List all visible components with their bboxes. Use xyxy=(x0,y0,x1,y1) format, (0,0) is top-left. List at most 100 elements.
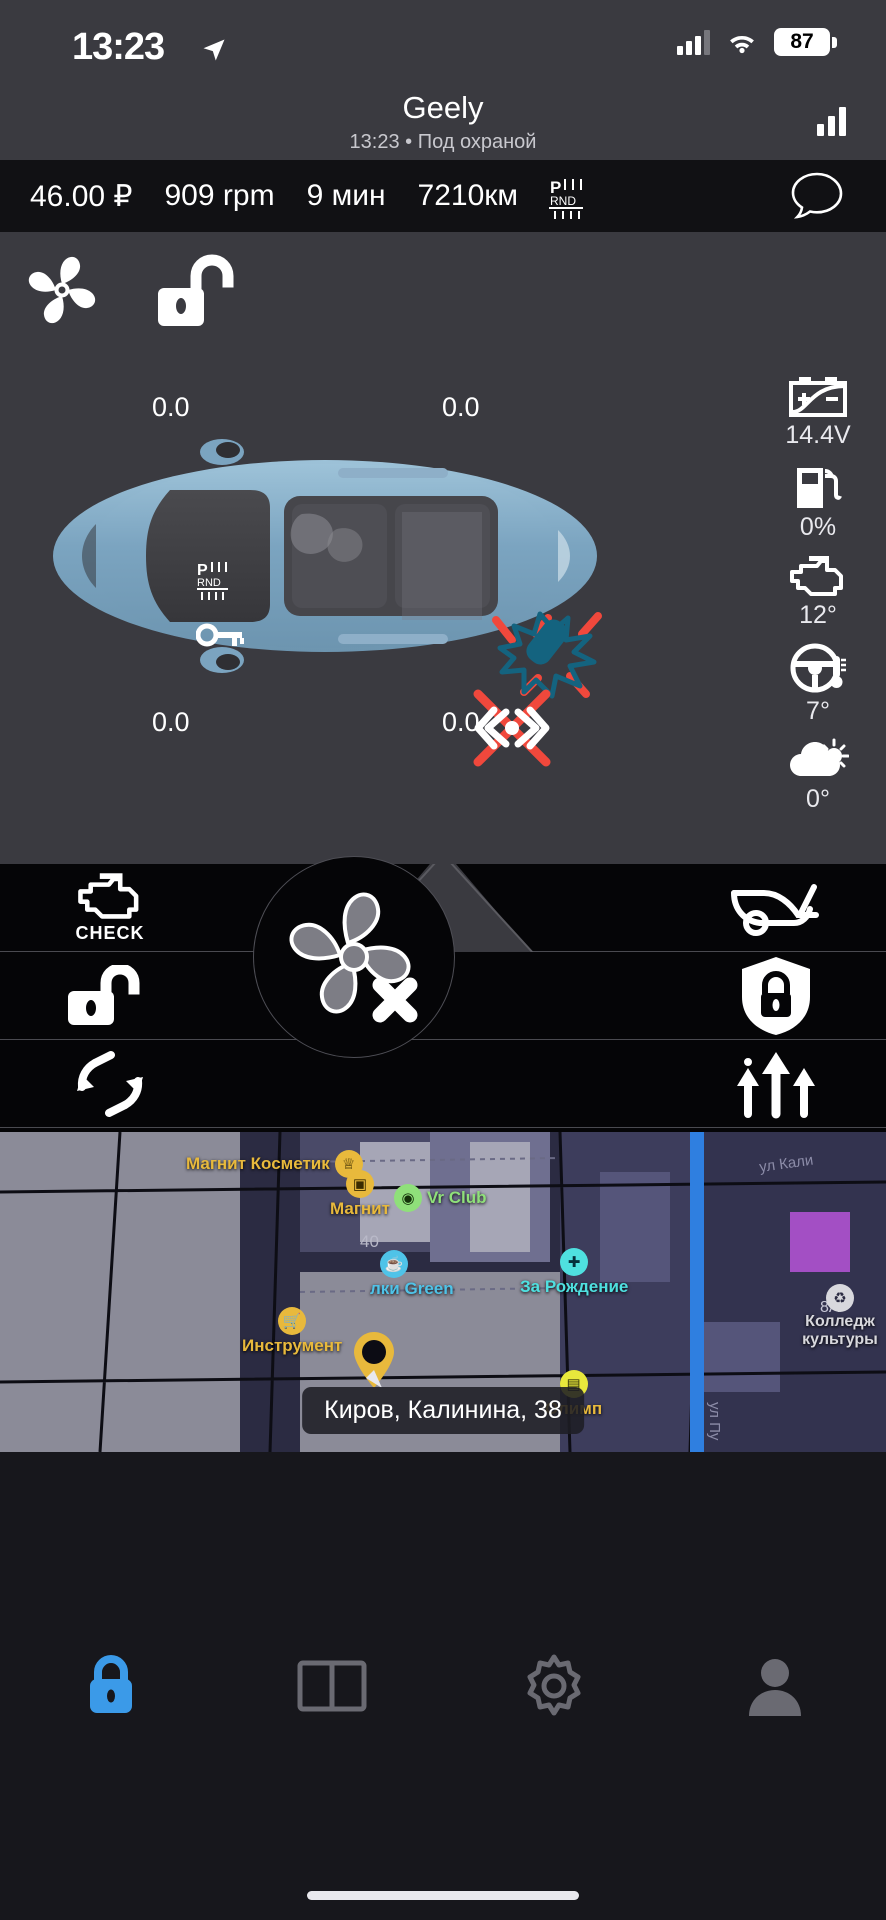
tire-pressure-front-left: 0.0 xyxy=(152,392,190,422)
sensor-outside-value: 0° xyxy=(806,785,830,813)
shock-sensor-disabled-icon xyxy=(473,689,551,767)
map-poi[interactable]: 🛒 Инструмент xyxy=(242,1307,342,1356)
sensor-engine-temp: 12° xyxy=(772,554,864,630)
svg-text:RND: RND xyxy=(550,194,576,208)
prnd-gear-icon: P RND xyxy=(197,562,228,600)
gear-icon xyxy=(527,1654,581,1716)
tab-profile[interactable] xyxy=(665,1452,886,1920)
sensor-outside-temp: 0° xyxy=(772,738,864,814)
battery-percent: 87 xyxy=(790,30,814,53)
signal-bars-icon xyxy=(817,106,846,136)
fan-with-x-icon xyxy=(289,892,418,1023)
status-bar-time: 13:23 xyxy=(72,26,165,68)
tab-bar xyxy=(0,1452,886,1920)
check-engine-button[interactable]: CHECK xyxy=(58,871,162,944)
unlock-icon[interactable] xyxy=(142,244,234,336)
hood-button[interactable] xyxy=(724,879,828,937)
svg-text:40: 40 xyxy=(360,1232,379,1251)
lock-icon xyxy=(89,1654,132,1713)
map-poi[interactable]: ◉ Vr Club xyxy=(394,1184,487,1212)
svg-text:RND: RND xyxy=(197,577,221,589)
unlock-icon xyxy=(68,964,140,1025)
sensor-fuel-level: 0% xyxy=(772,462,864,542)
map-poi-pin: ☕ xyxy=(380,1250,408,1278)
fan-icon[interactable] xyxy=(16,244,108,336)
sensor-cabin-value: 7° xyxy=(806,697,830,725)
metric-balance: 46.00 ₽ xyxy=(30,179,133,213)
map-poi-pin: ♻ xyxy=(826,1284,854,1312)
tab-journal[interactable] xyxy=(222,1452,444,1920)
action-row-3 xyxy=(0,1040,886,1128)
refresh-arrows-icon xyxy=(77,1050,143,1117)
tab-lock[interactable] xyxy=(0,1452,222,1920)
tab-settings[interactable] xyxy=(443,1452,665,1920)
address-text: Киров, Калинина, 38 xyxy=(324,1396,562,1424)
svg-text:ул Пу: ул Пу xyxy=(706,1402,723,1441)
location-arrow-icon xyxy=(203,39,225,61)
map-poi-label: лки Green xyxy=(370,1279,454,1298)
book-icon xyxy=(297,1660,367,1712)
sensor-battery-voltage: 14.4V xyxy=(772,374,864,450)
metric-duration: 9 мин xyxy=(306,179,386,212)
arm-button[interactable] xyxy=(724,954,828,1038)
boost-button[interactable] xyxy=(724,1048,828,1120)
engine-icon xyxy=(78,873,139,919)
address-chip[interactable]: Киров, Калинина, 38 xyxy=(302,1387,584,1434)
map-poi-label: За Рождение xyxy=(520,1277,629,1296)
status-bar: 13:23 87 xyxy=(0,0,886,88)
map-poi-label: Инструмент xyxy=(242,1336,343,1355)
metric-rpm: 909 rpm xyxy=(164,179,275,212)
map-poi-pin: ▣ xyxy=(345,1170,374,1198)
vehicle-location-pin xyxy=(354,1332,394,1388)
map-poi-pin: 🛒 xyxy=(278,1307,307,1335)
app-header: Geely 13:23 • Под охраной xyxy=(0,88,886,160)
tire-pressure-front-right: 0.0 xyxy=(442,392,480,422)
page-title: Geely xyxy=(402,90,484,125)
shield-lock-icon xyxy=(742,956,810,1035)
page-subtitle: 13:23 • Под охраной xyxy=(349,131,537,153)
map-poi-pin: ✚ xyxy=(560,1248,589,1276)
app-root: 13:23 87 Geely 13:23 • Под охраной 46.00… xyxy=(0,0,886,1920)
person-icon xyxy=(749,1659,802,1716)
home-indicator xyxy=(307,1891,579,1900)
hood-open-icon xyxy=(731,883,819,936)
car-battery-icon xyxy=(789,377,847,417)
dashboard: 0.0 0.0 0.0 0.0 P RND 14.4V 0% 12° 7° 0° xyxy=(0,232,886,864)
fan-stop-button[interactable] xyxy=(253,856,455,1058)
sensor-battery-value: 14.4V xyxy=(785,421,851,449)
refresh-button[interactable] xyxy=(58,1047,162,1121)
action-panels: CHECK xyxy=(0,856,886,1132)
unlock-button[interactable] xyxy=(58,964,162,1027)
map-view[interactable]: ул Кали ул Пу 40 8А Магнит Косметик ♕ ▣ … xyxy=(0,1132,886,1452)
battery-indicator: 87 xyxy=(774,28,837,56)
sensor-cabin-temp: 7° xyxy=(772,642,864,726)
map-poi[interactable]: ▣ Магнит xyxy=(330,1170,390,1219)
map-poi-label: Магнит xyxy=(330,1199,390,1218)
map-poi[interactable]: ♻ Колледж культуры xyxy=(800,1284,880,1349)
three-arrows-up-icon xyxy=(737,1051,815,1118)
status-bar-indicators: 87 xyxy=(677,28,837,56)
cellular-bars-icon xyxy=(677,29,710,55)
fuel-pump-icon xyxy=(797,468,842,508)
map-poi-label: Магнит Косметик xyxy=(186,1154,330,1173)
check-engine-label: CHECK xyxy=(75,923,145,943)
map-poi-label: Колледж культуры xyxy=(802,1313,878,1348)
engine-icon xyxy=(790,556,843,596)
metrics-bar: 46.00 ₽ 909 rpm 9 мин 7210км P RND xyxy=(0,160,886,232)
map-poi-label: Vr Club xyxy=(427,1188,487,1207)
tire-pressure-rear-left: 0.0 xyxy=(152,707,190,737)
key-icon xyxy=(196,623,244,647)
cloud-sun-icon xyxy=(790,738,849,776)
sensor-engine-value: 12° xyxy=(799,601,837,629)
quick-toggles xyxy=(16,244,234,336)
prnd-gear-icon: P RND xyxy=(549,178,584,219)
map-poi[interactable]: ✚ За Рождение xyxy=(520,1248,628,1297)
wifi-icon xyxy=(730,36,754,54)
sensor-column: 14.4V 0% 12° 7° 0° xyxy=(772,374,864,826)
metric-odometer: 7210км xyxy=(417,179,519,212)
steering-wheel-thermometer-icon xyxy=(790,643,846,693)
chat-bubble-icon[interactable] xyxy=(788,170,846,222)
map-poi-pin: ◉ xyxy=(394,1184,422,1212)
sensor-fuel-value: 0% xyxy=(799,513,837,541)
map-poi[interactable]: ☕ лки Green xyxy=(370,1250,454,1299)
